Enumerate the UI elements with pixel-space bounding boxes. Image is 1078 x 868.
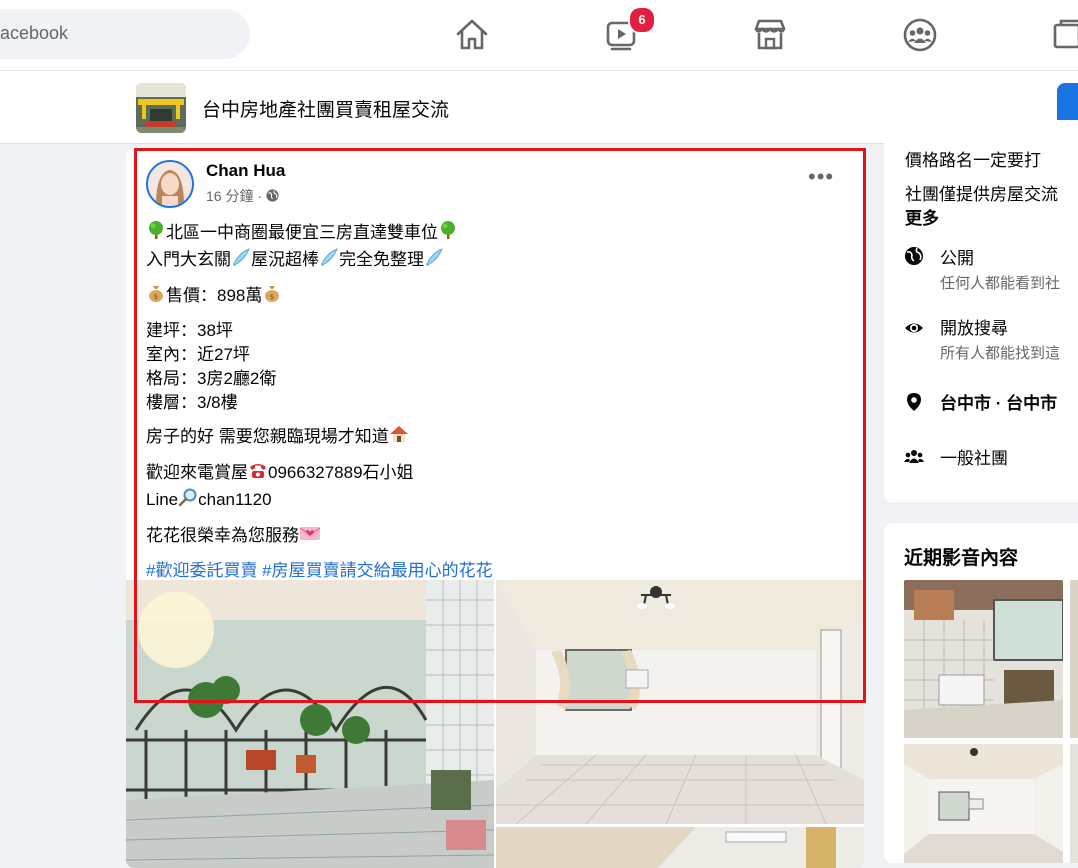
post-options-button[interactable]: ••• — [808, 166, 834, 188]
top-navigation-bar: acebook 6 — [0, 0, 1078, 71]
svg-text:$: $ — [154, 293, 158, 301]
watch-notification-badge: 6 — [628, 6, 656, 34]
post-area: 建坪：38坪 — [146, 321, 233, 340]
money-bag-icon: $ — [146, 283, 166, 310]
recent-media-panel: 近期影音內容 — [884, 523, 1078, 863]
about-text-2: 社團僅提供房屋交流 — [905, 185, 1058, 204]
post-line-2b: 屋況超棒 — [251, 250, 319, 269]
group-name[interactable]: 台中房地產社團買賣租屋交流 — [202, 95, 449, 122]
globe-icon — [266, 188, 279, 204]
balcony-photo[interactable] — [126, 580, 494, 868]
media-thumb-4[interactable] — [1070, 744, 1078, 863]
post-author[interactable]: Chan Hua — [206, 161, 285, 181]
sparkle-drop-icon — [319, 247, 339, 274]
privacy-public-title: 公開 — [940, 249, 974, 268]
ceiling-photo[interactable] — [496, 827, 864, 868]
location-pin-icon — [904, 392, 924, 412]
post-serve: 花花很榮幸為您服務 — [146, 526, 299, 545]
love-letter-icon — [299, 523, 321, 550]
sparkle-drop-icon — [424, 247, 444, 274]
post-layout: 格局：3房2廳2衛 — [146, 369, 277, 388]
visibility-title: 開放搜尋 — [940, 319, 1008, 338]
media-thumb-2[interactable] — [1070, 580, 1078, 738]
post-price: 售價：898萬 — [166, 286, 263, 305]
group-location[interactable]: 台中市 · 台中市 — [940, 389, 1057, 414]
search-input[interactable]: acebook — [0, 9, 250, 59]
privacy-public-desc: 任何人都能看到社 — [940, 275, 1061, 292]
gaming-icon[interactable] — [1050, 15, 1078, 55]
post-phone: 0966327889石小姐 — [268, 463, 414, 482]
post-line-id-label: Line — [146, 490, 179, 509]
groups-icon[interactable] — [900, 15, 940, 55]
home-icon[interactable] — [452, 15, 492, 55]
about-text-1: 價格路名一定要打 — [905, 151, 1041, 170]
group-cover-thumbnail[interactable] — [136, 83, 186, 133]
tree-icon — [146, 220, 166, 247]
tree-icon — [438, 220, 458, 247]
sparkle-drop-icon — [231, 247, 251, 274]
author-avatar[interactable] — [146, 160, 194, 208]
post-line-2c: 完全免整理 — [339, 250, 424, 269]
post-line-1: 北區一中商圈最便宜三房直達雙車位 — [166, 223, 438, 242]
recent-media-title: 近期影音內容 — [904, 548, 1019, 569]
eye-icon — [904, 318, 924, 338]
bedroom-photo[interactable] — [496, 580, 864, 824]
post-indoor: 室內：近27坪 — [146, 345, 250, 364]
media-thumb-balcony[interactable] — [904, 580, 1063, 738]
search-placeholder: acebook — [0, 23, 69, 43]
marketplace-icon[interactable] — [750, 15, 790, 55]
group-type: 一般社團 — [940, 449, 1008, 468]
post-photo-grid — [126, 580, 864, 868]
media-thumb-room[interactable] — [904, 744, 1063, 863]
post-good: 房子的好 需要您親臨現場才知道 — [146, 427, 389, 446]
magnifier-icon — [178, 487, 198, 514]
group-people-icon — [904, 446, 924, 466]
money-bag-icon: $ — [262, 283, 282, 310]
post-floor: 樓層：3/8樓 — [146, 393, 238, 412]
house-icon — [389, 424, 409, 451]
about-see-more[interactable]: 更多 — [905, 204, 939, 229]
post-line-2a: 入門大玄關 — [146, 250, 231, 269]
post-line-id: chan1120 — [198, 490, 272, 509]
post-card: Chan Hua 16 分鐘 · ••• 北區一中商圈最便宜三房直達雙車位 入門… — [126, 148, 864, 868]
post-text: 北區一中商圈最便宜三房直達雙車位 入門大玄關 屋況超棒 完全免整理 $ 售價：898萬… — [146, 220, 846, 592]
post-time[interactable]: 16 分鐘 · — [206, 188, 266, 204]
globe-icon — [904, 246, 924, 266]
post-call: 歡迎來電賞屋 — [146, 463, 248, 482]
svg-text:$: $ — [270, 293, 274, 301]
telephone-icon — [248, 460, 268, 487]
group-about-panel: 價格路名一定要打 社團僅提供房屋交流 更多 公開 任何人都能看到社 開放搜尋 所… — [884, 120, 1078, 502]
visibility-desc: 所有人都能找到這 — [940, 345, 1061, 362]
post-meta: 16 分鐘 · — [206, 186, 279, 206]
